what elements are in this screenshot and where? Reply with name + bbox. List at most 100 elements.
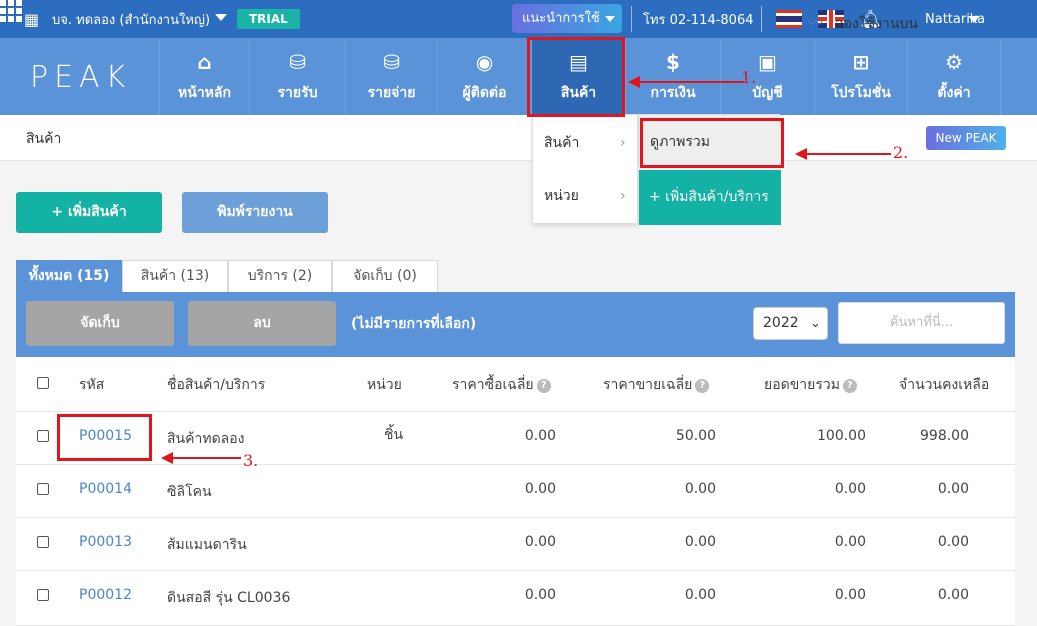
nav-income[interactable]: ⛁ รายรับ [249, 38, 345, 115]
nav-settings[interactable]: ⚙ ตั้งค่า [907, 38, 1001, 115]
annotation-box [527, 37, 625, 117]
guide-button-label: แนะนำการใช้ [522, 11, 600, 26]
remaining-qty: 998.00 [920, 428, 969, 444]
divider [631, 6, 632, 32]
nav-label: การเงิน [650, 85, 696, 101]
guide-caret-icon [605, 16, 615, 22]
phone-number: โทร 02-114-8064 [643, 12, 754, 28]
dropdown-item-products[interactable]: สินค้า › [533, 117, 639, 169]
table-row[interactable]: P00012 ดินสอสี รุ่น CL0036 0.00 0.00 0.0… [16, 571, 1015, 626]
nav-contacts[interactable]: ◉ ผู้ติดต่อ [437, 38, 531, 115]
product-name: ซิลิโคน [167, 484, 212, 500]
buy-price: 0.00 [524, 534, 556, 550]
nav-expense[interactable]: ⛁ รายจ่าย [345, 38, 437, 115]
annotation-arrow [171, 457, 241, 459]
product-code-link[interactable]: P00014 [79, 481, 132, 497]
remaining-qty: 0.00 [937, 481, 969, 497]
table-header: รหัส ชื่อสินค้า/บริการ หน่วย ราคาซื้อเฉล… [16, 357, 1015, 412]
tab-all[interactable]: ทั้งหมด (15) [16, 260, 122, 292]
header-label: ราคาขายเฉลี่ย [603, 377, 693, 393]
dropdown-item-label: หน่วย [544, 188, 579, 204]
main-nav: PEAK ⌂ หน้าหลัก ⛁ รายรับ ⛁ รายจ่าย ◉ ผู้… [0, 38, 1037, 115]
nav-label: รายรับ [277, 85, 318, 101]
add-product-button[interactable]: + เพิ่มสินค้า [16, 192, 162, 233]
sell-price: 0.00 [684, 587, 716, 603]
search-input[interactable]: ค้นหาที่นี่... [838, 302, 1005, 344]
row-checkbox[interactable] [37, 536, 49, 548]
print-report-button[interactable]: พิมพ์รายงาน [182, 192, 328, 233]
header-label: ยอดขายรวม [764, 377, 840, 393]
tab-services[interactable]: บริการ (2) [228, 260, 332, 292]
try-new-label[interactable]: ลองใช้งานบน [835, 13, 918, 35]
breadcrumb: สินค้า [26, 131, 62, 147]
table-row[interactable]: P00013 ส้มแมนดาริน 0.00 0.00 0.00 0.00 [16, 518, 1015, 571]
peak-logo[interactable]: PEAK [30, 60, 131, 95]
guide-button[interactable]: แนะนำการใช้ [512, 4, 622, 33]
nav-label: บัญชี [752, 85, 783, 101]
header-remaining-qty[interactable]: จำนวนคงเหลือ [899, 374, 989, 396]
annotation-arrow [638, 81, 744, 83]
expense-icon: ⛁ [383, 50, 400, 74]
income-icon: ⛁ [289, 50, 306, 74]
annotation-box [640, 118, 784, 168]
header-sell-price[interactable]: ราคาขายเฉลี่ย? [603, 374, 710, 396]
new-peak-badge[interactable]: New PEAK [926, 126, 1006, 150]
tab-products[interactable]: สินค้า (13) [122, 260, 228, 292]
archive-button[interactable]: จัดเก็บ [26, 301, 174, 346]
annotation-arrow [805, 153, 891, 155]
tab-archived[interactable]: จัดเก็บ (0) [332, 260, 438, 292]
total-sales: 100.00 [817, 428, 866, 444]
help-icon[interactable]: ? [842, 379, 857, 393]
product-name: ส้มแมนดาริน [167, 537, 247, 553]
delete-button[interactable]: ลบ [188, 301, 336, 346]
nav-label: โปรโมชั่น [831, 85, 891, 101]
nav-home[interactable]: ⌂ หน้าหลัก [159, 38, 249, 115]
apps-grid-icon[interactable] [0, 0, 22, 22]
header-total-sales[interactable]: ยอดขายรวม? [764, 374, 857, 396]
header-code[interactable]: รหัส [79, 374, 104, 396]
product-code-link[interactable]: P00012 [79, 587, 132, 603]
user-caret-icon[interactable] [968, 16, 980, 23]
gift-icon: ⊞ [852, 50, 870, 74]
submenu-add-product[interactable]: + เพิ่มสินค้า/บริการ [639, 170, 781, 225]
product-name: สินค้าทดลอง [167, 431, 245, 447]
table-row[interactable]: P00014 ซิลิโคน 0.00 0.00 0.00 0.00 [16, 465, 1015, 518]
thai-flag-icon[interactable] [776, 10, 802, 28]
company-name[interactable]: บจ. ทดลอง (สำนักงานใหญ่) [52, 0, 210, 38]
home-icon: ⌂ [197, 50, 212, 74]
buy-price: 0.00 [524, 587, 556, 603]
header-name[interactable]: ชื่อสินค้า/บริการ [167, 374, 265, 396]
nav-promotion[interactable]: ⊞ โปรโมชั่น [814, 38, 907, 115]
chevron-right-icon: › [620, 188, 626, 204]
select-all-checkbox[interactable] [37, 377, 49, 389]
annotation-number: 3. [243, 451, 259, 470]
annotation-number: 2. [893, 143, 909, 162]
dropdown-item-label: สินค้า [544, 135, 580, 151]
trend-icon: 〰 [808, 14, 824, 32]
product-unit: ชิ้น [384, 427, 404, 443]
nav-label: ผู้ติดต่อ [462, 85, 507, 101]
product-name: ดินสอสี รุ่น CL0036 [167, 590, 291, 606]
remaining-qty: 0.00 [937, 587, 969, 603]
product-table: รหัส ชื่อสินค้า/บริการ หน่วย ราคาซื้อเฉล… [16, 357, 1015, 626]
money-bag-icon: $ [666, 50, 680, 74]
help-icon[interactable]: ? [695, 379, 710, 393]
buy-price: 0.00 [524, 481, 556, 497]
year-value: 2022 [763, 315, 799, 331]
company-caret-icon[interactable] [215, 14, 227, 21]
briefcase-icon: ▣ [758, 50, 777, 74]
row-checkbox[interactable] [37, 589, 49, 601]
row-checkbox[interactable] [37, 430, 49, 442]
year-select[interactable]: 2022 ⌄ [753, 307, 828, 340]
row-checkbox[interactable] [37, 483, 49, 495]
dropdown-item-units[interactable]: หน่วย › [533, 170, 639, 222]
header-buy-price[interactable]: ราคาซื้อเฉลี่ย? [452, 374, 551, 396]
nav-accounting[interactable]: ▣ บัญชี [720, 38, 814, 115]
selection-status: (ไม่มีรายการที่เลือก) [351, 316, 477, 332]
header-unit[interactable]: หน่วย [367, 374, 402, 396]
remaining-qty: 0.00 [937, 534, 969, 550]
sell-price: 0.00 [684, 481, 716, 497]
help-icon[interactable]: ? [536, 379, 551, 393]
product-code-link[interactable]: P00013 [79, 534, 132, 550]
gear-icon: ⚙ [945, 50, 963, 74]
